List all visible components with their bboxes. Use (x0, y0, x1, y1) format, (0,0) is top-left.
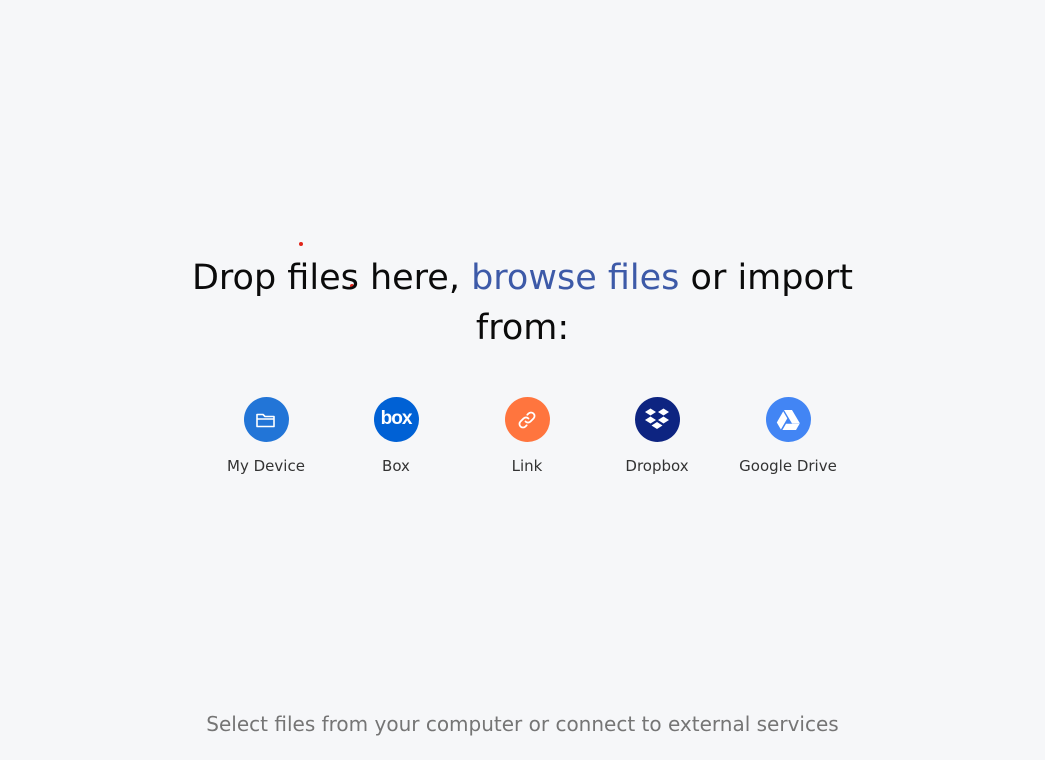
footer-hint: Select files from your computer or conne… (206, 712, 839, 736)
cursor-dot (299, 242, 303, 246)
headline-text-part1: Drop files here, (191, 258, 472, 298)
source-dropbox[interactable]: Dropbox (597, 397, 717, 475)
source-link[interactable]: Link (467, 397, 587, 475)
headline-text-part2: or import (679, 258, 854, 298)
source-label-google-drive: Google Drive (739, 457, 837, 475)
source-label-box: Box (382, 457, 410, 475)
source-box[interactable]: box Box (336, 397, 456, 475)
source-label-my-device: My Device (227, 457, 305, 475)
dropbox-icon (634, 397, 680, 442)
box-logo-icon: box (373, 397, 419, 442)
source-google-drive[interactable]: Google Drive (728, 397, 848, 475)
box-logo-text: box (380, 407, 413, 429)
source-label-link: Link (511, 457, 543, 475)
folder-icon (243, 397, 289, 442)
drop-zone-headline: Drop files here, browse files or import … (0, 253, 1045, 353)
source-label-dropbox: Dropbox (625, 457, 689, 475)
link-icon (504, 397, 550, 442)
browse-files-link[interactable]: browse files (471, 258, 679, 298)
google-drive-icon (765, 397, 811, 442)
import-sources: My Device box Box Link Dropbox Google Dr… (0, 397, 1045, 487)
source-my-device[interactable]: My Device (206, 397, 326, 475)
headline-text-line2: from: (475, 308, 570, 348)
